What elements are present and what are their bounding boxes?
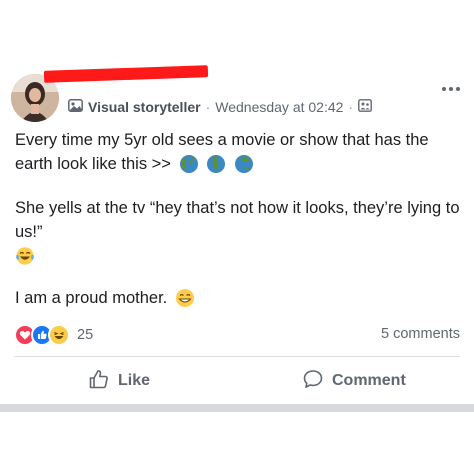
post-timestamp[interactable]: Wednesday at 02:42 <box>215 99 343 115</box>
globe-europe-africa-icon <box>206 154 226 181</box>
storyteller-badge-icon <box>68 99 83 115</box>
facebook-post: Visual storyteller · Wednesday at 02:42 … <box>0 0 474 468</box>
like-button[interactable]: Like <box>88 368 150 394</box>
post-text-paragraph-3: I am a proud mother. <box>15 286 465 315</box>
author-badge[interactable]: Visual storyteller <box>88 99 201 115</box>
comments-count-link[interactable]: 5 comments <box>381 326 460 342</box>
reaction-count[interactable]: 25 <box>77 327 93 343</box>
more-options-icon[interactable] <box>440 84 462 94</box>
speech-bubble-icon <box>302 368 324 395</box>
comment-label: Comment <box>332 372 406 389</box>
post-text-line-2: She yells at the tv “hey that’s not how … <box>15 199 460 241</box>
redaction-mark <box>43 65 209 83</box>
feed-separator-bar <box>0 404 474 412</box>
comment-button[interactable]: Comment <box>302 368 406 394</box>
post-text-line-3: I am a proud mother. <box>15 289 168 307</box>
meta-separator: · <box>348 99 354 115</box>
globe-asia-australia-icon <box>234 154 254 181</box>
tears-of-joy-emoji-icon <box>15 246 35 271</box>
meta-separator: · <box>205 99 211 115</box>
post-text-paragraph-1: Every time my 5yr old sees a movie or sh… <box>15 128 465 181</box>
action-divider <box>14 356 460 357</box>
grinning-face-emoji-icon <box>175 288 195 315</box>
thumbs-up-icon <box>88 368 110 395</box>
globe-americas-icon <box>179 154 199 181</box>
post-meta: Visual storyteller · Wednesday at 02:42 … <box>68 98 372 116</box>
haha-reaction-icon <box>48 324 70 346</box>
friends-privacy-icon[interactable] <box>358 99 372 115</box>
reaction-summary[interactable]: 25 <box>14 324 93 346</box>
like-label: Like <box>118 372 151 389</box>
